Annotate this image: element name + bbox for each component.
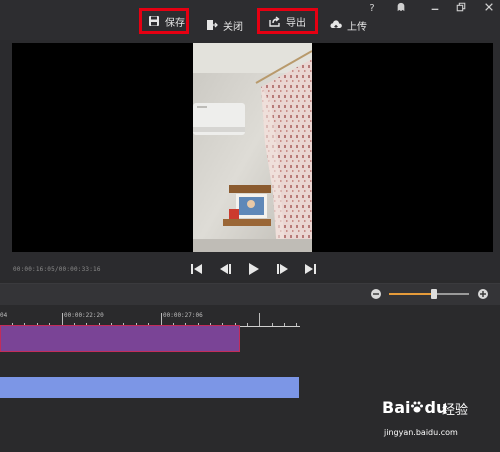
- ruler-tick: [272, 323, 273, 326]
- zoom-slider-thumb[interactable]: [430, 289, 437, 299]
- share-export-icon: [269, 16, 280, 27]
- baidu-watermark: Bai du 经验 jingyan.baidu.com: [382, 398, 494, 448]
- logo-text: Bai: [382, 398, 411, 417]
- zoom-slider-fill: [389, 293, 434, 295]
- ruler-label: 00:00:22:20: [64, 312, 104, 319]
- close-button[interactable]: 关闭: [206, 12, 243, 38]
- play-icon: [249, 263, 259, 275]
- cloud-upload-icon: [330, 20, 342, 30]
- plus-icon: [480, 291, 486, 297]
- play-button[interactable]: [244, 259, 264, 279]
- window-close-button[interactable]: [482, 2, 496, 16]
- previous-frame-button[interactable]: [216, 259, 236, 279]
- skip-to-end-icon: [305, 264, 316, 274]
- audio-clip-track[interactable]: [0, 377, 299, 398]
- toolbar: [0, 0, 500, 40]
- export-label: 导出: [286, 17, 306, 29]
- next-frame-button[interactable]: [272, 259, 292, 279]
- close-label: 关闭: [223, 21, 243, 33]
- ruler-tick: [284, 323, 285, 326]
- minimize-icon: [431, 8, 439, 10]
- paw-icon: [411, 401, 424, 413]
- save-label: 保存: [165, 17, 185, 29]
- baidu-brand-text: 经验: [442, 403, 469, 418]
- ruler-label: 00:00:27:06: [163, 312, 203, 319]
- export-button[interactable]: 导出: [257, 8, 318, 34]
- step-back-icon: [220, 264, 231, 274]
- restore-icon: [456, 2, 466, 12]
- ruler-tick: [247, 323, 248, 326]
- ghost-icon: [397, 2, 405, 12]
- minimize-button[interactable]: [428, 2, 442, 16]
- ruler-label-partial: 04: [0, 312, 8, 319]
- timecode-readout: 00:00:16:05/00:00:33:16: [13, 266, 101, 273]
- zoom-out-button[interactable]: [371, 289, 381, 299]
- skip-to-start-icon: [191, 264, 202, 274]
- zoom-in-button[interactable]: [478, 289, 488, 299]
- video-frame: [193, 43, 312, 252]
- step-forward-icon: [277, 264, 288, 274]
- floppy-disk-icon: [149, 16, 159, 26]
- baidu-url: jingyan.baidu.com: [384, 428, 458, 437]
- exit-door-icon: [207, 20, 218, 30]
- ruler-tick-major: [259, 313, 260, 326]
- skin-button[interactable]: [394, 2, 408, 16]
- close-icon: [485, 3, 493, 11]
- restore-button[interactable]: [454, 2, 468, 16]
- help-button[interactable]: ?: [365, 2, 379, 16]
- skip-to-end-button[interactable]: [300, 259, 320, 279]
- skip-to-start-button[interactable]: [187, 259, 207, 279]
- baidu-logo: Bai du: [382, 398, 447, 417]
- ruler-tick: [296, 323, 297, 326]
- minus-icon: [373, 293, 379, 295]
- upload-button[interactable]: 上传: [330, 12, 367, 38]
- video-thumbnail: [193, 43, 312, 252]
- save-button[interactable]: 保存: [139, 8, 189, 34]
- upload-label: 上传: [347, 21, 367, 33]
- video-clip-track[interactable]: [0, 325, 240, 352]
